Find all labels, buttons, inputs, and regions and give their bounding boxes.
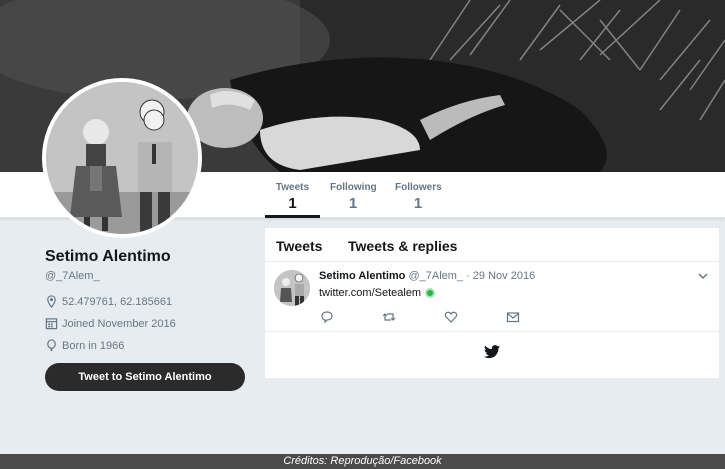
nav-following-count: 1 <box>348 195 358 212</box>
status-dot-icon <box>425 288 436 298</box>
tweet-header: Setimo Alentimo @_7Alem_ · 29 Nov 2016 <box>319 270 535 282</box>
profile-joined: Joined November 2016 <box>45 317 176 330</box>
tweet-avatar[interactable] <box>274 270 310 306</box>
profile-location: 52.479761, 62.185661 <box>45 295 172 308</box>
profile-avatar[interactable] <box>42 78 202 238</box>
nav-following[interactable]: Following 1 <box>330 181 377 213</box>
nav-followers-count: 1 <box>413 195 423 212</box>
balloon-icon <box>47 339 56 352</box>
chevron-down-icon[interactable] <box>697 270 709 282</box>
joined-text: Joined November 2016 <box>62 317 176 330</box>
nav-tweets-label: Tweets <box>275 182 310 193</box>
nav-tweets-count: 1 <box>288 195 297 212</box>
like-icon[interactable] <box>444 310 458 324</box>
tweet-to-button[interactable]: Tweet to Setimo Alentimo <box>45 363 245 391</box>
timeline: Tweets Tweets & replies Setimo Alentimo … <box>265 228 719 378</box>
location-icon <box>47 295 56 308</box>
nav-followers-label: Followers <box>395 182 442 193</box>
photo-credit-caption: Créditos: Reprodução/Facebook <box>0 454 725 469</box>
retweet-icon[interactable] <box>382 310 396 324</box>
timeline-tabs: Tweets Tweets & replies <box>265 228 719 262</box>
profile-handle[interactable]: @_7Alem_ <box>45 270 100 282</box>
calendar-icon <box>45 318 58 330</box>
twitter-bird-icon <box>484 345 500 359</box>
tweet-item[interactable]: Setimo Alentimo @_7Alem_ · 29 Nov 2016 t… <box>265 262 719 332</box>
message-icon[interactable] <box>506 310 520 324</box>
tab-tweets-and-replies[interactable]: Tweets & replies <box>348 238 457 254</box>
profile-birthday: Born in 1966 <box>45 339 124 352</box>
born-text: Born in 1966 <box>62 339 125 352</box>
reply-icon[interactable] <box>320 310 334 324</box>
tweet-link[interactable]: twitter.com/Setealem <box>319 287 421 299</box>
tweet-text: twitter.com/Setealem <box>319 287 436 299</box>
nav-tweets[interactable]: Tweets 1 <box>265 181 320 218</box>
tab-tweets[interactable]: Tweets <box>276 238 322 254</box>
nav-following-label: Following <box>330 182 377 193</box>
location-text: 52.479761, 62.185661 <box>62 295 173 308</box>
profile-name[interactable]: Setimo Alentimo <box>45 248 171 266</box>
tweet-author-meta[interactable]: @_7Alem_ · 29 Nov 2016 <box>408 270 535 282</box>
nav-followers[interactable]: Followers 1 <box>395 181 442 213</box>
tweet-author-name[interactable]: Setimo Alentimo <box>319 270 405 282</box>
